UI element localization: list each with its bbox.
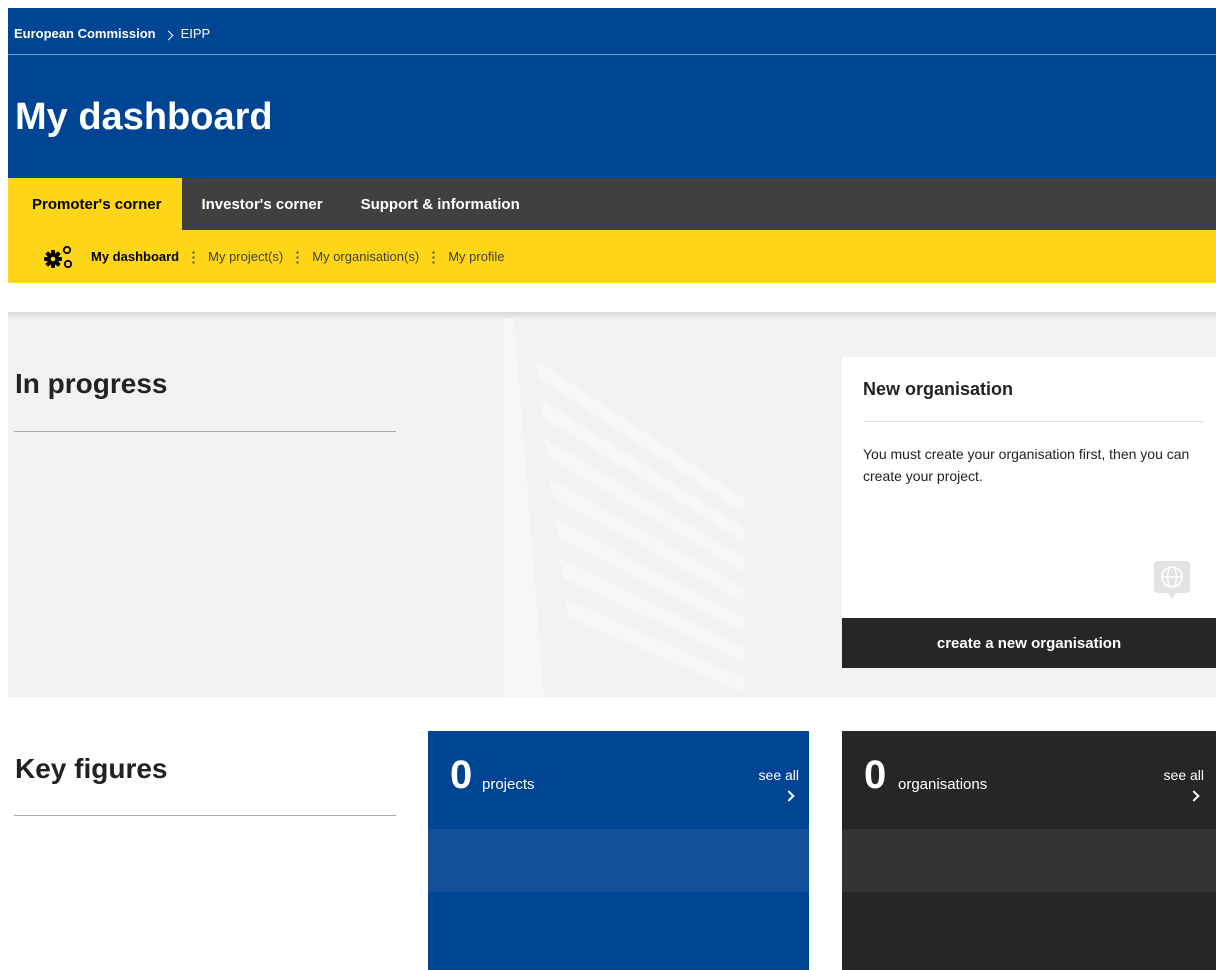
projects-see-all-link[interactable]: see all — [759, 767, 799, 803]
subnav-separator — [432, 249, 436, 264]
subnav-my-profile[interactable]: My profile — [448, 249, 504, 264]
gears-icon — [43, 244, 83, 270]
see-all-label: see all — [758, 767, 799, 783]
organisations-see-all-link[interactable]: see all — [1164, 767, 1204, 803]
organisations-label: organisations — [898, 776, 988, 793]
tab-support-information[interactable]: Support & information — [342, 178, 539, 230]
chevron-right-icon — [1188, 790, 1200, 802]
tab-investors-corner[interactable]: Investor's corner — [182, 178, 341, 230]
page-title: My dashboard — [15, 96, 273, 138]
subnav-my-organisations[interactable]: My organisation(s) — [312, 249, 419, 264]
card-text: You must create your organisation first,… — [863, 446, 1190, 484]
projects-label: projects — [482, 776, 535, 793]
main-navigation: Promoter's corner Investor's corner Supp… — [8, 178, 1216, 230]
in-progress-title: In progress — [15, 368, 168, 399]
site-header: European Commission EIPP My dashboard — [8, 8, 1216, 178]
breadcrumb: European Commission EIPP — [14, 26, 210, 41]
tile-stripe — [842, 829, 1216, 892]
key-figures-title: Key figures — [15, 753, 168, 784]
in-progress-divider — [14, 431, 396, 432]
tab-promoters-corner[interactable]: Promoter's corner — [8, 178, 183, 230]
chat-globe-icon — [1154, 561, 1190, 599]
projects-figure-tile: 0 projects see all — [428, 731, 809, 970]
card-title: New organisation — [863, 379, 1014, 399]
subnav-my-projects[interactable]: My project(s) — [208, 249, 283, 264]
see-all-label: see all — [1163, 767, 1204, 783]
breadcrumb-european-commission[interactable]: European Commission — [14, 26, 156, 41]
breadcrumb-separator-icon — [163, 30, 174, 41]
subnav-separator — [192, 249, 196, 264]
create-new-organisation-button[interactable]: create a new organisation — [842, 618, 1216, 668]
background-building-graphic — [504, 318, 744, 698]
tile-stripe — [428, 829, 809, 892]
key-figures-divider — [14, 815, 396, 816]
organisations-count: 0 — [864, 753, 887, 797]
organisations-figure-tile: 0 organisations see all — [842, 731, 1216, 970]
subnav-my-dashboard[interactable]: My dashboard — [91, 249, 179, 264]
chevron-right-icon — [783, 790, 795, 802]
breadcrumb-eipp[interactable]: EIPP — [181, 26, 211, 41]
sub-navigation: My dashboard My project(s) My organisati… — [8, 230, 1216, 283]
subnav-separator — [296, 249, 300, 264]
new-organisation-card: New organisation You must create your or… — [842, 357, 1216, 668]
card-divider — [863, 421, 1203, 422]
header-divider — [8, 54, 1216, 55]
projects-count: 0 — [450, 753, 473, 797]
